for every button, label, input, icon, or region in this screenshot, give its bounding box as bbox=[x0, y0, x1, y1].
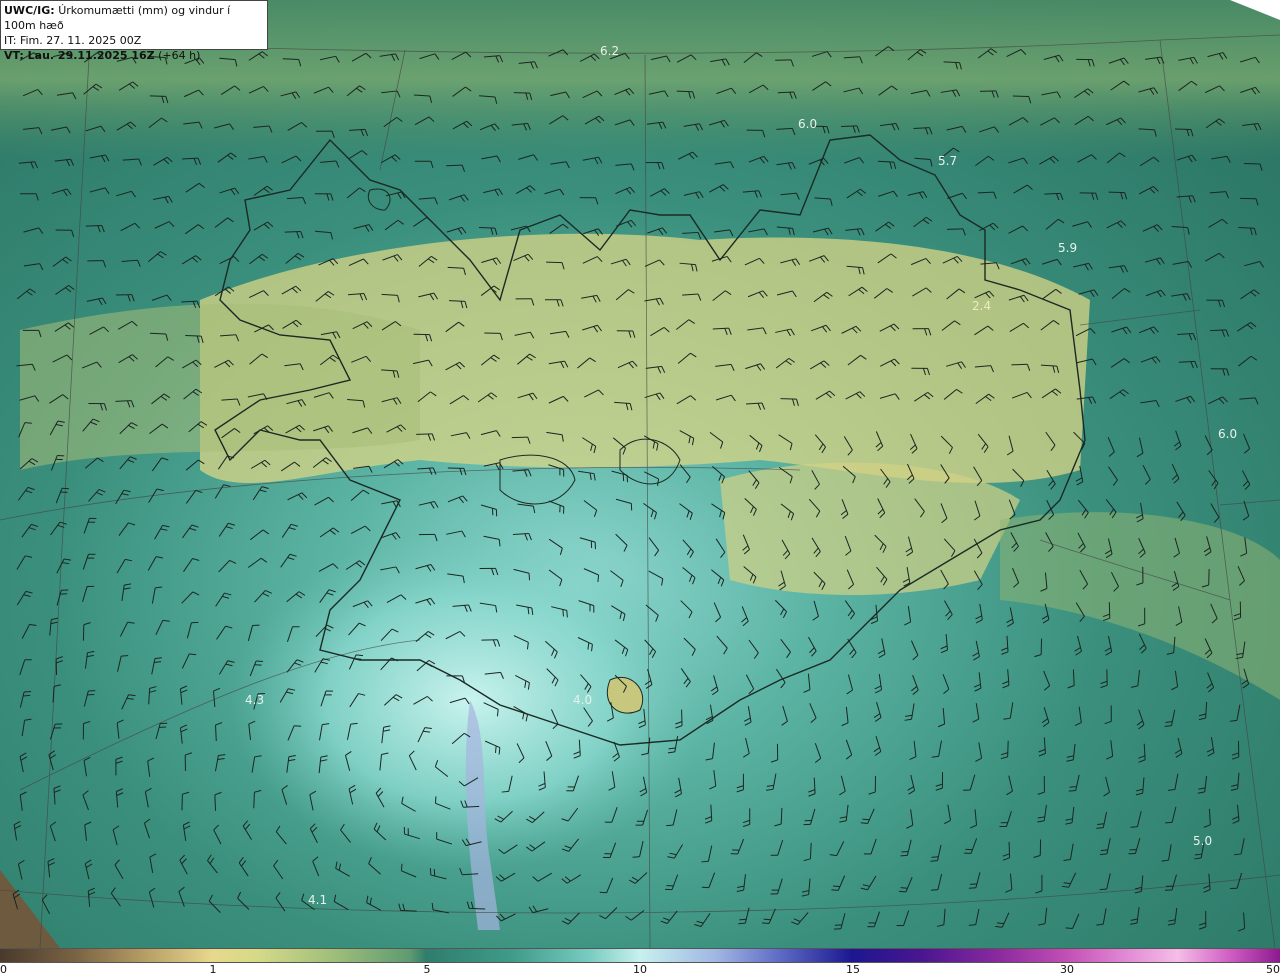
valid-time: VT: Lau. 29.11.2025 16Z bbox=[4, 49, 155, 62]
colorbar-tick: 1 bbox=[209, 963, 217, 976]
colorbar-gradient bbox=[0, 948, 1280, 963]
model-name: UWC/IG: bbox=[4, 4, 55, 17]
colorbar-tick: 0 bbox=[0, 963, 7, 976]
map-labels: 6.2 6.0 5.7 5.9 2.4 6.0 4.3 4.0 4.1 5.0 bbox=[245, 44, 1237, 907]
map-value-label: 6.0 bbox=[798, 117, 817, 131]
map-value-label: 5.9 bbox=[1058, 241, 1077, 255]
map-value-label: 4.1 bbox=[308, 893, 327, 907]
forecast-map: 6.2 6.0 5.7 5.9 2.4 6.0 4.3 4.0 4.1 5.0 bbox=[0, 0, 1280, 948]
lead-time: (+64 h) bbox=[158, 49, 201, 62]
map-value-label: 5.7 bbox=[938, 154, 957, 168]
map-value-label: 5.0 bbox=[1193, 834, 1212, 848]
map-value-label: 4.3 bbox=[245, 693, 264, 707]
colorbar-tick: 50 bbox=[1266, 963, 1280, 976]
colorbar-tick: 5 bbox=[423, 963, 431, 976]
map-value-label: 4.0 bbox=[573, 693, 592, 707]
colorbar-tick: 10 bbox=[633, 963, 647, 976]
map-value-label: 2.4 bbox=[972, 299, 991, 313]
colorbar-tick: 30 bbox=[1060, 963, 1074, 976]
colorbar: 0 1 5 10 15 30 50 bbox=[0, 948, 1280, 978]
colorbar-tick: 15 bbox=[846, 963, 860, 976]
map-header: UWC/IG: Úrkomumætti (mm) og vindur í 100… bbox=[0, 0, 268, 62]
map-value-label: 6.0 bbox=[1218, 427, 1237, 441]
issue-time: IT: Fim. 27. 11. 2025 00Z bbox=[4, 34, 142, 47]
map-value-label: 6.2 bbox=[600, 44, 619, 58]
